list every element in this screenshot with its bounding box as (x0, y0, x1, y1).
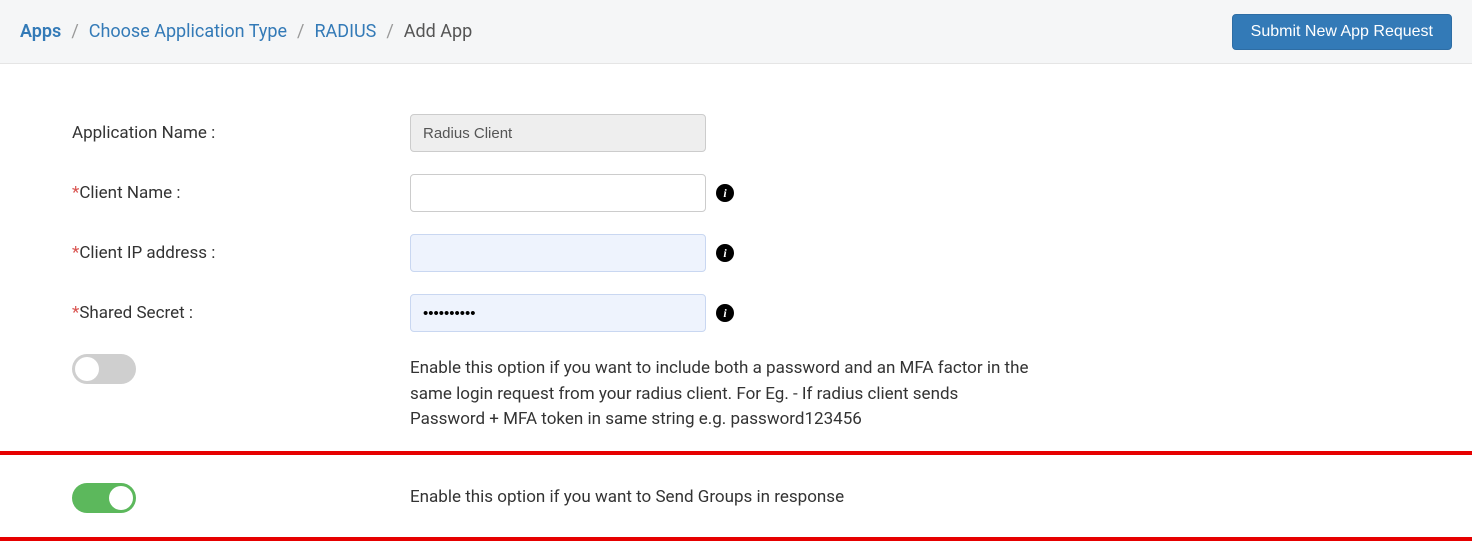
breadcrumb-separator: / (297, 21, 304, 42)
toggle-knob (109, 486, 133, 510)
send-groups-description: Enable this option if you want to Send G… (410, 483, 844, 511)
header-bar: Apps / Choose Application Type / RADIUS … (0, 0, 1472, 64)
form-area: Application Name : *Client Name : i *Cli… (0, 64, 1472, 433)
client-name-label: *Client Name : (72, 183, 410, 203)
info-icon[interactable]: i (716, 244, 734, 262)
application-name-label: Application Name : (72, 123, 410, 143)
info-icon[interactable]: i (716, 184, 734, 202)
breadcrumb-radius[interactable]: RADIUS (314, 21, 376, 42)
breadcrumb: Apps / Choose Application Type / RADIUS … (20, 21, 472, 42)
mfa-same-request-toggle[interactable] (72, 354, 136, 384)
info-icon[interactable]: i (716, 304, 734, 322)
row-mfa-toggle: Enable this option if you want to includ… (72, 354, 1400, 433)
row-application-name: Application Name : (72, 114, 1400, 152)
row-client-ip: *Client IP address : i (72, 234, 1400, 272)
highlighted-section: Enable this option if you want to Send G… (0, 451, 1472, 541)
send-groups-toggle[interactable] (72, 483, 136, 513)
row-send-groups-toggle: Enable this option if you want to Send G… (72, 483, 1400, 513)
row-client-name: *Client Name : i (72, 174, 1400, 212)
breadcrumb-choose-type[interactable]: Choose Application Type (89, 21, 287, 42)
toggle-knob (75, 357, 99, 381)
row-shared-secret: *Shared Secret : i (72, 294, 1400, 332)
mfa-toggle-description: Enable this option if you want to includ… (410, 354, 1030, 433)
breadcrumb-apps[interactable]: Apps (20, 21, 61, 42)
client-ip-label: *Client IP address : (72, 243, 410, 263)
breadcrumb-separator: / (386, 21, 393, 42)
client-name-input[interactable] (410, 174, 706, 212)
client-ip-input[interactable] (410, 234, 706, 272)
breadcrumb-separator: / (71, 21, 78, 42)
submit-new-app-request-button[interactable]: Submit New App Request (1232, 14, 1452, 50)
breadcrumb-current: Add App (404, 21, 472, 42)
shared-secret-input[interactable] (410, 294, 706, 332)
shared-secret-label: *Shared Secret : (72, 303, 410, 323)
application-name-input (410, 114, 706, 152)
